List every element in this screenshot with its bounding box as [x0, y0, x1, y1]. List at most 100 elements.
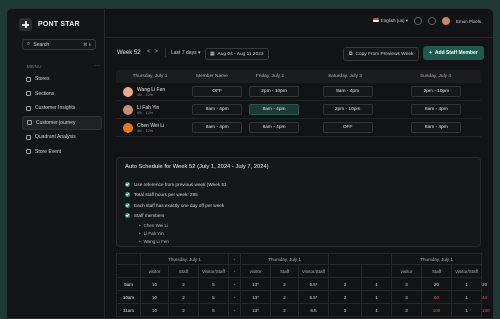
copy-icon: ⧉: [349, 52, 353, 57]
language-label: English (us): [380, 18, 405, 23]
menu-title: MENU: [27, 64, 42, 69]
check-item-text: Each staff has exactly one day off per w…: [134, 202, 225, 208]
schedule-header: Thursday, July 1 Member Name Friday, Jul…: [116, 70, 481, 83]
user-name[interactable]: Emon Pixels: [456, 19, 481, 24]
group-header: Thursday, July 1: [139, 253, 230, 265]
column-header: Friday, July 2: [255, 74, 285, 79]
shift-slot[interactable]: 8am - 4pm: [249, 104, 300, 115]
table-row: 9am 10 2 5-13* 2 6.5* 3 1 3 20 1 20: [116, 277, 487, 291]
employee-cell[interactable]: Chen Wei Li 4th - 12hr: [116, 122, 190, 133]
table-cell: 10: [140, 290, 169, 304]
sidebar-item-label: Store Event: [35, 148, 62, 155]
shift-slot[interactable]: 2pm - 10pm: [322, 104, 373, 115]
week-label: Week 52: [117, 50, 141, 56]
sub-header: [328, 264, 363, 278]
table-row: Chen Wei Li 4th - 12hr 8am - 4pm 8am - 4…: [116, 119, 481, 137]
insights-icon: [26, 105, 31, 111]
shift-cell: 2pm - 10pm: [303, 104, 391, 115]
menu-more-icon[interactable]: ···: [95, 63, 100, 69]
shift-cell: 8am - 4pm: [190, 122, 245, 133]
shift-slot[interactable]: 2pm - 10pm: [411, 86, 462, 97]
column-header: Sunday, July 4: [419, 74, 452, 79]
table-cell: 3: [391, 277, 423, 291]
copy-previous-week-button[interactable]: ⧉ Copy From Previews Week: [343, 47, 420, 61]
table-cell: 3: [328, 290, 363, 304]
table-cell: 1: [451, 277, 483, 291]
shift-cell: 8am - 4pm: [392, 104, 481, 115]
sidebar-item-customer-journey[interactable]: Customer journey: [22, 115, 102, 130]
shift-slot[interactable]: OFF: [322, 122, 373, 133]
shift-slot[interactable]: 8am - 4pm: [411, 104, 462, 115]
table-cell: 13*: [240, 290, 272, 304]
toolbar: Week 52 < > Last 7 days ▾ ▦ Aug 04 - Aug…: [105, 37, 493, 70]
employee-name: Chen Wei Li: [137, 122, 165, 129]
time-cell: 11am: [116, 303, 141, 317]
sidebar-item-label: Quadrant Analysis: [35, 134, 76, 140]
add-staff-member-button[interactable]: + Add Staff Member: [423, 46, 484, 60]
language-selector[interactable]: English (us) ▾: [372, 18, 408, 24]
table-cell: 2: [168, 290, 199, 304]
sidebar-item-store-event[interactable]: Store Event: [22, 145, 102, 159]
next-week-button[interactable]: >: [155, 49, 159, 55]
search-label: Search: [33, 41, 50, 48]
sidebar-item-stores[interactable]: Stores: [22, 72, 102, 86]
table-cell: 10: [140, 277, 169, 291]
table-cell: -: [228, 290, 242, 304]
table-row: Wang Li Fen 4th - 12hr OFF 2pm - 10pm 8a…: [116, 83, 481, 101]
search-icon: ⌕: [27, 41, 31, 47]
avatar: [123, 86, 133, 97]
sub-header: Staff: [168, 264, 199, 278]
check-icon: [125, 192, 130, 198]
shift-slot[interactable]: 8am - 4pm: [192, 122, 243, 133]
table-cell: 1: [451, 303, 483, 317]
quadrant-icon: [26, 134, 31, 140]
date-range-picker[interactable]: ▦ Aug 04 - Aug 11 2023: [205, 48, 269, 60]
sub-header: Staff: [270, 264, 300, 278]
date-range-label: Aug 04 - Aug 11 2023: [217, 51, 264, 57]
week-nav: < >: [147, 49, 158, 55]
table-row: 10am 10 2 5-13* 2 6.5* 3 1 3 60 1 44: [116, 290, 487, 304]
check-item: Use reference from previous week (Week 5…: [125, 179, 472, 190]
shift-slot[interactable]: 8am - 4pm: [411, 122, 462, 133]
sidebar-menu: Stores Sections Customer Insights Custom…: [22, 72, 102, 159]
schedule-table: Thursday, July 1 Member Name Friday, Jul…: [116, 70, 481, 137]
shift-slot[interactable]: OFF: [192, 86, 243, 97]
table-cell: 10: [140, 303, 169, 317]
check-item: Total staff hours per week: 295: [125, 190, 472, 201]
shift-cell: 2pm - 10pm: [245, 86, 304, 97]
period-select[interactable]: Last 7 days ▾: [171, 50, 200, 56]
avatar: [123, 122, 133, 133]
prev-week-button[interactable]: <: [147, 49, 151, 55]
sidebar-item-label: Customer journey: [36, 119, 76, 126]
table-cell: 2: [270, 303, 300, 317]
shift-slot[interactable]: 2pm - 10pm: [249, 86, 300, 97]
avatar[interactable]: [441, 17, 450, 25]
settings-icon[interactable]: [427, 17, 436, 25]
employee-cell[interactable]: Li Fah Yin 4th - 12hr: [116, 104, 190, 115]
sidebar-item-sections[interactable]: Sections: [22, 87, 102, 101]
table-cell: 5: [197, 277, 230, 291]
shift-slot[interactable]: 8am - 4pm: [322, 86, 373, 97]
shift-slot[interactable]: 8am - 4pm: [249, 122, 300, 133]
table-cell: -: [228, 303, 242, 317]
plus-icon: +: [429, 50, 432, 56]
column-header: Member Name: [196, 74, 228, 79]
search-box[interactable]: ⌕ Search ⌘ k: [22, 39, 96, 50]
notification-icon[interactable]: [413, 17, 422, 25]
employee-hours: 4th - 12hr: [137, 128, 154, 133]
brand[interactable]: PONT STAR: [19, 18, 80, 31]
table-cell: 1: [361, 303, 393, 317]
staff-member-item: Chen Wei Li: [125, 221, 472, 229]
staff-member-item: Wang Li Fen: [125, 237, 472, 245]
staff-member-item: Li Fah Yin: [125, 229, 472, 237]
employee-cell[interactable]: Wang Li Fen 4th - 12hr: [116, 86, 190, 97]
group-header: Thursday, July 1: [391, 253, 483, 265]
table-cell: 6.5: [298, 303, 330, 317]
copy-label: Copy From Previews Week: [355, 51, 414, 57]
shift-slot[interactable]: 8am - 4pm: [192, 104, 243, 115]
sidebar-item-customer-insights[interactable]: Customer Insights: [22, 101, 102, 115]
table-row: 11am 10 2 5-13* 2 6.5 3 1 3 100 1 100: [116, 303, 490, 317]
sub-header: visitor: [140, 264, 169, 278]
sub-header: [116, 264, 141, 278]
sidebar-item-quadrant-analysis[interactable]: Quadrant Analysis: [22, 130, 102, 144]
